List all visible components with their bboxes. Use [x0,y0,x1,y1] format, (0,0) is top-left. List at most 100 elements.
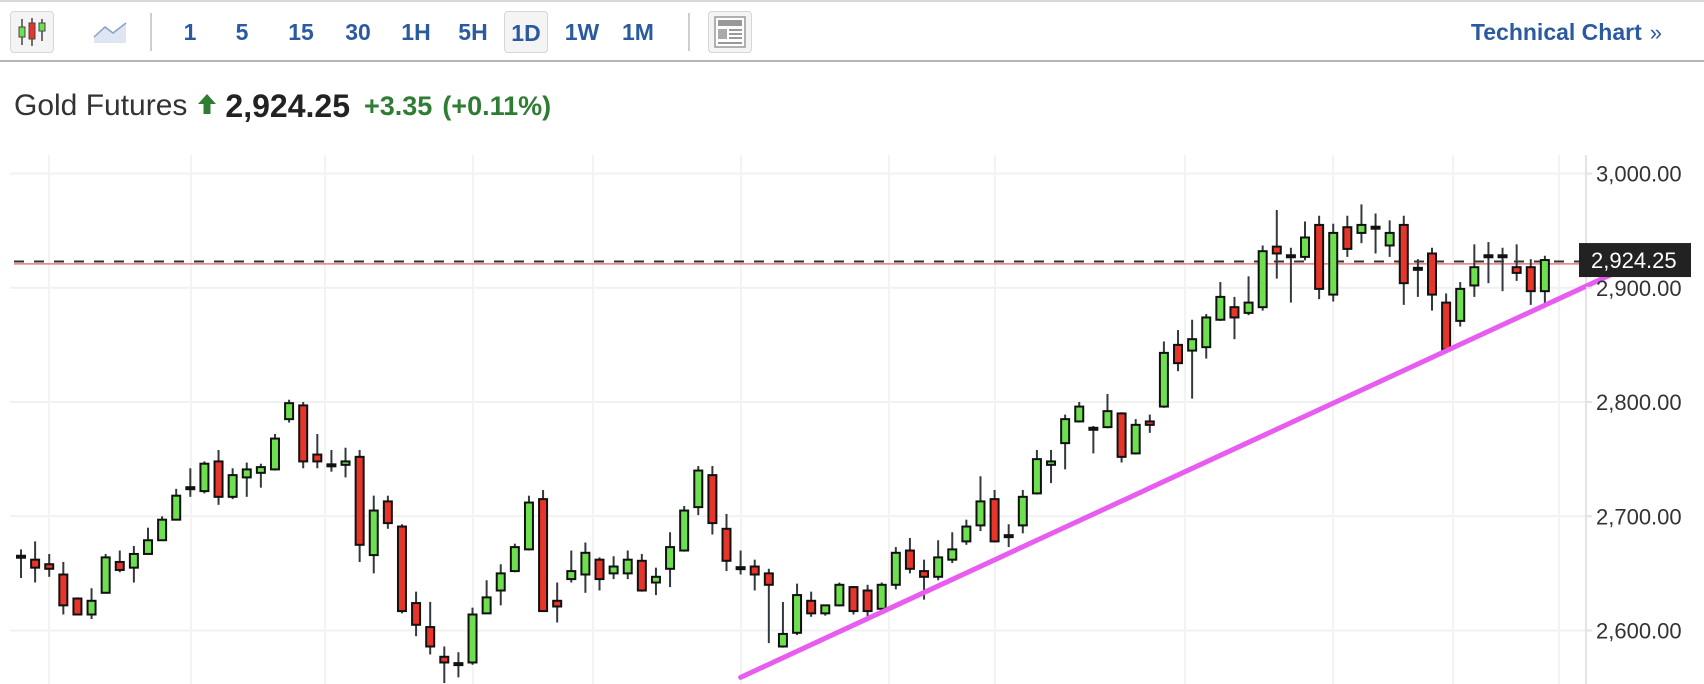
candle-body [848,586,859,613]
candle-body [1031,458,1042,495]
y-tick-label: 2,700.00 [1596,504,1682,529]
candle [975,476,986,532]
instrument-name: Gold Futures [14,89,188,122]
candle-body [396,525,407,613]
candle-body [1158,351,1169,408]
candle-body [411,602,422,626]
y-tick-label: 2,800.00 [1596,390,1682,415]
candle [1370,213,1381,254]
candle-body [128,552,139,569]
candle-body [1441,301,1452,351]
timeframe-1d[interactable]: 1D [504,11,548,53]
timeframe-1[interactable]: 1 [170,11,210,53]
candle-body [1525,266,1536,293]
candle [354,449,365,562]
candle-body [382,500,393,525]
candle-body [636,559,647,592]
candle [552,582,563,623]
candle [961,519,972,545]
timeframe-1m[interactable]: 1M [614,11,662,53]
candle-body [100,556,111,594]
candle-body [792,594,803,634]
candle-body [552,599,563,608]
candle-body [495,572,506,592]
timeframe-5[interactable]: 5 [222,11,262,53]
candle-body [862,589,873,613]
candle [1102,394,1113,429]
candle-body [735,566,746,571]
candle [1243,276,1254,316]
candle-body [693,469,704,509]
candle [1116,412,1127,463]
quote-header: Gold Futures 2,924.25 +3.35 (+0.11%) [14,86,551,126]
last-price-badge-text: 2,924.25 [1591,248,1677,273]
timeframe-5h[interactable]: 5H [450,11,496,53]
toolbar-divider [150,13,152,51]
candlestick-icon [18,18,46,46]
candle [1300,221,1311,261]
candle [142,527,153,555]
candle [1525,259,1536,305]
candle-body [199,462,210,493]
candle-body [1314,223,1325,290]
candle [284,399,295,423]
candle [679,505,690,552]
candle [566,550,577,583]
candlestick-chart-button[interactable] [10,11,54,53]
candle-body [1116,412,1127,458]
candle [834,582,845,607]
candle-body [312,453,323,463]
candle [1003,524,1014,548]
candle [86,588,97,620]
candle-body [58,573,69,607]
candle-body [1356,223,1367,234]
candle-body [72,597,83,616]
candle-body [1130,423,1141,455]
candle [185,468,196,497]
timeframe-15[interactable]: 15 [278,11,324,53]
candle [806,591,817,617]
candle [44,553,55,577]
candle [269,433,280,471]
timeframe-1w[interactable]: 1W [558,11,606,53]
candle-body [86,599,97,616]
candle [1328,223,1339,302]
area-chart-button[interactable] [88,11,132,53]
candle [255,463,266,488]
candle [128,545,139,583]
trendline [738,272,1613,680]
timeframe-1h[interactable]: 1H [394,11,438,53]
candle [298,402,309,469]
candle-body [1144,420,1155,426]
candle-body [961,525,972,543]
candle [382,495,393,529]
candle [1257,245,1268,311]
candle-body [665,546,676,570]
candle-body [594,558,605,581]
candle [820,604,831,616]
candle [848,585,859,615]
candlestick-chart[interactable]: 3,000.00 2,900.00 2,800.00 2,700.00 2,600.00… [0,150,1704,684]
candle [749,559,760,591]
candle-body [650,575,661,584]
candle [1187,319,1198,399]
candle [1017,489,1028,534]
candle-body [820,604,831,615]
candle [1412,259,1423,297]
y-tick-label: 2,900.00 [1596,276,1682,301]
candle-body [1455,287,1466,322]
candle [100,553,111,594]
arrow-up-icon [197,93,217,120]
candle-body [227,474,238,498]
candle [1046,449,1057,484]
candle [227,468,238,500]
candle-body [326,463,337,468]
timeframe-30[interactable]: 30 [335,11,381,53]
candle [594,557,605,591]
technical-chart-link[interactable]: Technical Chart » [1471,11,1662,53]
candle-body [1060,418,1071,445]
candle [1539,255,1550,307]
candle-body [1271,245,1282,255]
candle-body [679,509,690,552]
layout-button[interactable] [708,11,752,53]
